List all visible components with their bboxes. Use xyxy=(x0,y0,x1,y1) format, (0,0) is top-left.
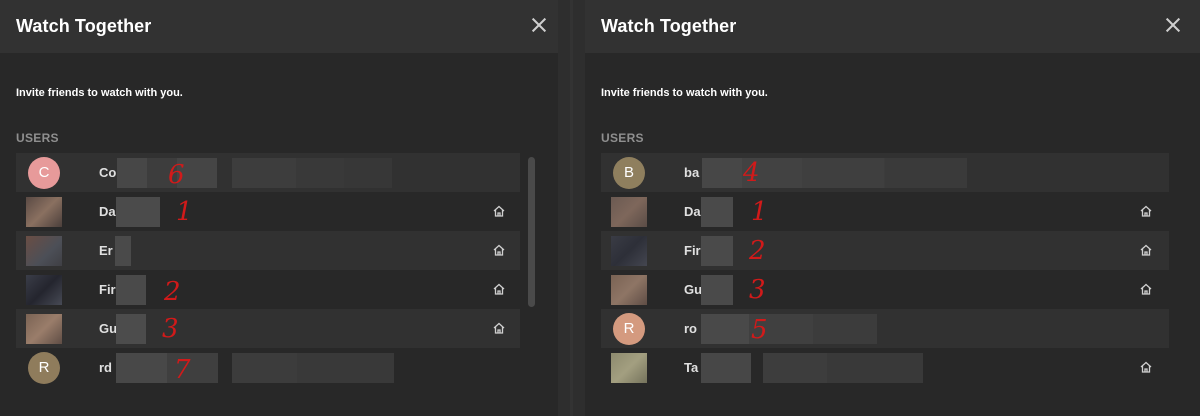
user-name: Gu xyxy=(684,282,703,297)
avatar xyxy=(611,352,647,383)
avatar xyxy=(26,313,62,344)
home-icon xyxy=(492,321,506,335)
redacted-name xyxy=(115,236,131,266)
home-icon xyxy=(492,204,506,218)
user-name: Da xyxy=(99,204,116,219)
home-icon xyxy=(1139,243,1153,257)
avatar xyxy=(26,235,62,266)
redacted-name xyxy=(802,158,967,188)
avatar xyxy=(611,196,647,227)
redacted-name xyxy=(116,275,146,305)
user-row[interactable]: B ba 4 xyxy=(601,153,1169,192)
dialog-header: Watch Together xyxy=(0,0,558,53)
user-name: ro xyxy=(684,321,697,336)
watch-together-dialog-left: Watch Together Invite friends to watch w… xyxy=(0,0,558,416)
annotation-number: 7 xyxy=(174,355,191,385)
dialog-subtitle: Invite friends to watch with you. xyxy=(601,87,768,99)
dialog-header: Watch Together xyxy=(585,0,1200,53)
home-icon xyxy=(1139,204,1153,218)
watch-together-dialog-right: Watch Together Invite friends to watch w… xyxy=(585,0,1200,416)
redacted-name xyxy=(232,353,394,383)
user-row[interactable]: R ro 5 xyxy=(601,309,1169,348)
avatar xyxy=(611,235,647,266)
annotation-number: 1 xyxy=(751,197,768,227)
user-name: Fir xyxy=(684,243,701,258)
annotation-number: 6 xyxy=(168,160,185,190)
home-icon xyxy=(492,243,506,257)
annotation-number: 5 xyxy=(751,315,768,345)
redacted-name xyxy=(701,197,733,227)
user-name: Ta xyxy=(684,360,699,375)
user-row[interactable]: R rd 7 xyxy=(16,348,520,387)
user-name: Er xyxy=(99,243,113,258)
user-row[interactable]: Ta xyxy=(601,348,1169,387)
annotation-number: 4 xyxy=(743,158,760,188)
user-name: Gu xyxy=(99,321,118,336)
users-section-label: USERS xyxy=(16,131,59,145)
avatar: R xyxy=(613,312,645,345)
user-name: Fir xyxy=(99,282,116,297)
user-row[interactable]: Da 1 xyxy=(16,192,520,231)
redacted-name xyxy=(701,275,733,305)
user-row[interactable]: Er xyxy=(16,231,520,270)
dialog-title: Watch Together xyxy=(16,16,152,36)
annotation-number: 2 xyxy=(749,236,766,266)
user-row[interactable]: Fir 2 xyxy=(16,270,520,309)
redacted-name xyxy=(232,158,392,188)
user-name: Da xyxy=(684,204,701,219)
users-section-label: USERS xyxy=(601,131,644,145)
annotation-number: 3 xyxy=(162,314,179,344)
user-row[interactable]: Gu 3 xyxy=(16,309,520,348)
redacted-name xyxy=(701,314,749,344)
avatar: C xyxy=(28,156,60,189)
avatar: B xyxy=(613,156,645,189)
annotation-number: 2 xyxy=(164,277,181,307)
annotation-number: 1 xyxy=(176,197,193,227)
scrollbar[interactable] xyxy=(528,157,535,307)
redacted-name xyxy=(701,353,751,383)
avatar: R xyxy=(28,351,60,384)
avatar xyxy=(611,274,647,305)
redacted-name xyxy=(749,314,877,344)
annotation-number: 3 xyxy=(749,275,766,305)
home-icon xyxy=(1139,360,1153,374)
home-icon xyxy=(492,282,506,296)
redacted-name xyxy=(763,353,923,383)
user-name: ba xyxy=(684,165,700,180)
redacted-name xyxy=(116,353,218,383)
avatar xyxy=(26,196,62,227)
redacted-name xyxy=(117,158,217,188)
close-icon[interactable] xyxy=(1164,14,1182,36)
close-icon[interactable] xyxy=(530,14,548,36)
dialog-subtitle: Invite friends to watch with you. xyxy=(16,87,183,99)
panel-divider xyxy=(558,0,585,416)
user-row[interactable]: Gu 3 xyxy=(601,270,1169,309)
redacted-name xyxy=(116,314,146,344)
avatar xyxy=(26,274,62,305)
redacted-name xyxy=(701,236,733,266)
redacted-name xyxy=(116,197,160,227)
user-row[interactable]: Fir 2 xyxy=(601,231,1169,270)
user-row[interactable]: Da 1 xyxy=(601,192,1169,231)
user-row[interactable]: C Co 6 xyxy=(16,153,520,192)
user-name: rd xyxy=(99,360,112,375)
home-icon xyxy=(1139,282,1153,296)
dialog-title: Watch Together xyxy=(601,16,737,36)
user-name: Co xyxy=(99,165,117,180)
